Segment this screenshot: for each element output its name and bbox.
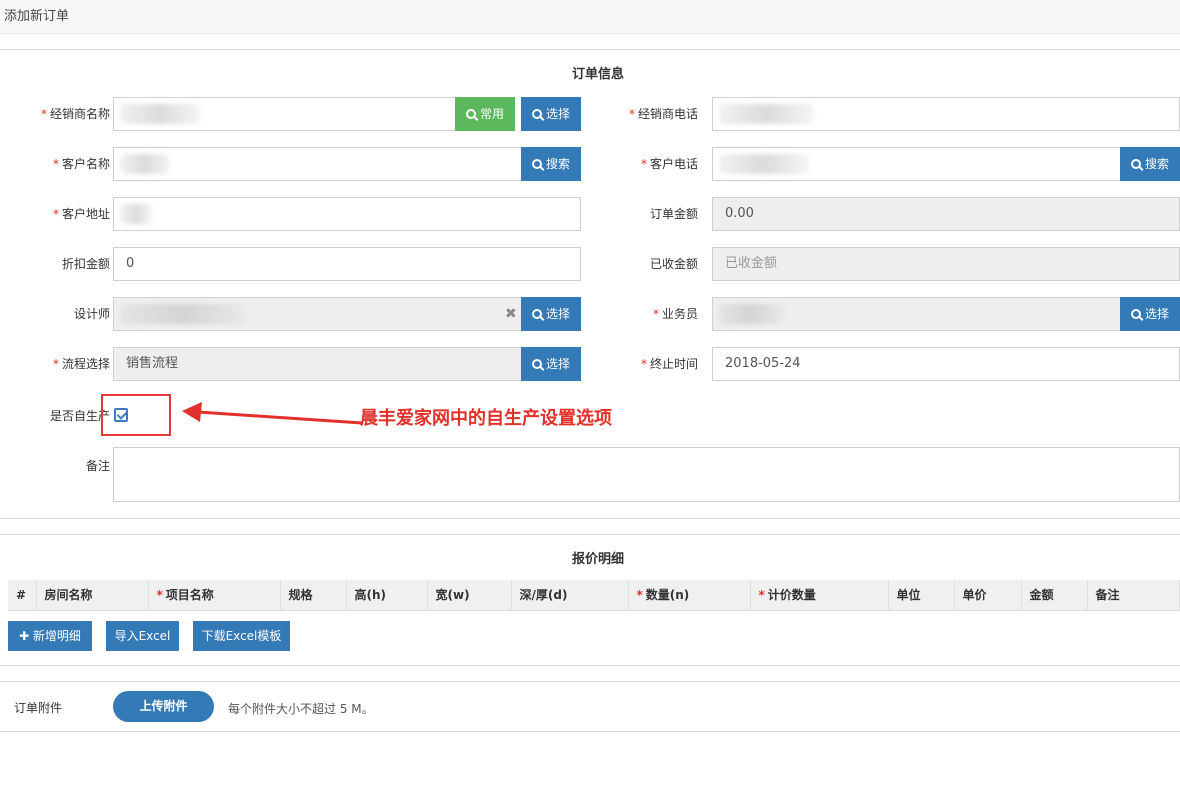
remark-label: 备注 [85,459,110,473]
customer-search-button[interactable]: 搜索 [521,147,581,181]
page-title: 添加新订单 [4,9,70,24]
column-header: * 数量(n) [628,580,751,611]
customer-address-label: * 客户地址 [52,207,110,221]
required-mark: * [52,357,59,371]
salesperson-select-button[interactable]: 选择 [1120,297,1180,331]
customer-phone-label: * 客户电话 [640,157,698,171]
search-icon [531,109,542,119]
column-header: * 计价数量 [750,580,889,611]
customer-name-label: * 客户名称 [52,157,110,171]
order-amount-field: 0.00 [712,197,1180,231]
divider [0,49,1180,50]
annotation-arrow [182,402,363,425]
download-template-button[interactable]: 下载Excel模板 [193,621,290,651]
customer-name-input[interactable] [113,147,522,181]
attachment-label: 订单附件 [14,701,63,715]
discount-amount-input[interactable]: 0 [113,247,581,281]
divider [0,731,1180,732]
annotation-highlight-box [101,394,171,436]
required-mark: * [628,107,635,121]
required-mark: * [640,157,647,171]
column-header: * 项目名称 [148,580,281,611]
dealer-phone-input[interactable] [712,97,1180,131]
customer-phone-search-button[interactable]: 搜索 [1120,147,1180,181]
column-header: 高(h) [346,580,428,611]
customer-address-input[interactable] [113,197,581,231]
column-header: 备注 [1087,580,1180,611]
divider [0,518,1180,519]
search-icon [1130,309,1141,319]
column-header: 规格 [280,580,347,611]
designer-input[interactable] [113,297,522,331]
salesperson-input[interactable] [712,297,1121,331]
designer-label: 设计师 [73,307,110,321]
import-excel-button[interactable]: 导入Excel [106,621,179,651]
end-time-input[interactable]: 2018-05-24 [712,347,1180,381]
column-header: 单位 [888,580,955,611]
dealer-common-button[interactable]: 常用 [455,97,515,131]
attachment-hint: 每个附件大小不超过 5 M。 [228,702,374,716]
received-amount-field: 已收金额 [712,247,1180,281]
required-mark: * [40,107,47,121]
upload-attachment-button[interactable]: 上传附件 [113,691,214,722]
search-icon [531,159,542,169]
dealer-name-label: * 经销商名称 [40,107,110,121]
remark-textarea[interactable] [113,447,1180,502]
process-select-button[interactable]: 选择 [521,347,581,381]
table-header-row: # 房间名称 * 项目名称 规格 高(h) 宽(w) 深/厚(d) * 数量(n) * 计价数量 单位单… [8,580,1180,611]
column-header: 金额 [1021,580,1088,611]
quote-detail-title: 报价明细 [571,552,624,567]
column-header: 房间名称 [36,580,149,611]
annotation-text: 晨丰爱家网中的自生产设置选项 [360,408,612,429]
column-header: 单价 [954,580,1022,611]
customer-phone-input[interactable] [712,147,1121,181]
self-produce-label: 是否自生产 [49,409,110,423]
column-header: 深/厚(d) [511,580,629,611]
divider [0,665,1180,666]
search-icon [531,359,542,369]
quote-detail-table: # 房间名称 * 项目名称 规格 高(h) 宽(w) 深/厚(d) * 数量(n) * 计价数量 单位单… [8,580,1180,611]
required-mark: * [640,357,647,371]
clear-icon[interactable]: ✖ [505,297,517,331]
dealer-name-input[interactable] [113,97,456,131]
required-mark: * [758,588,765,603]
required-mark: * [52,207,59,221]
order-amount-label: 订单金额 [649,207,698,221]
process-input[interactable]: 销售流程 [113,347,522,381]
search-icon [1130,159,1141,169]
end-time-label: * 终止时间 [640,357,698,371]
dealer-select-button[interactable]: 选择 [521,97,581,131]
required-mark: * [636,588,643,603]
page-header: 添加新订单 [0,0,1180,34]
search-icon [531,309,542,319]
designer-select-button[interactable]: 选择 [521,297,581,331]
search-icon [465,109,476,119]
dealer-phone-label: * 经销商电话 [628,107,698,121]
column-header: 宽(w) [427,580,512,611]
add-detail-button[interactable]: ✚ 新增明细 [8,621,92,651]
discount-amount-label: 折扣金额 [61,257,110,271]
required-mark: * [652,307,659,321]
received-amount-label: 已收金额 [649,257,698,271]
order-info-title: 订单信息 [571,67,624,82]
divider [0,681,1180,682]
required-mark: * [156,588,163,603]
divider [0,534,1180,535]
required-mark: * [52,157,59,171]
salesperson-label: * 业务员 [652,307,698,321]
column-header: # [8,580,37,611]
process-label: * 流程选择 [52,357,110,371]
